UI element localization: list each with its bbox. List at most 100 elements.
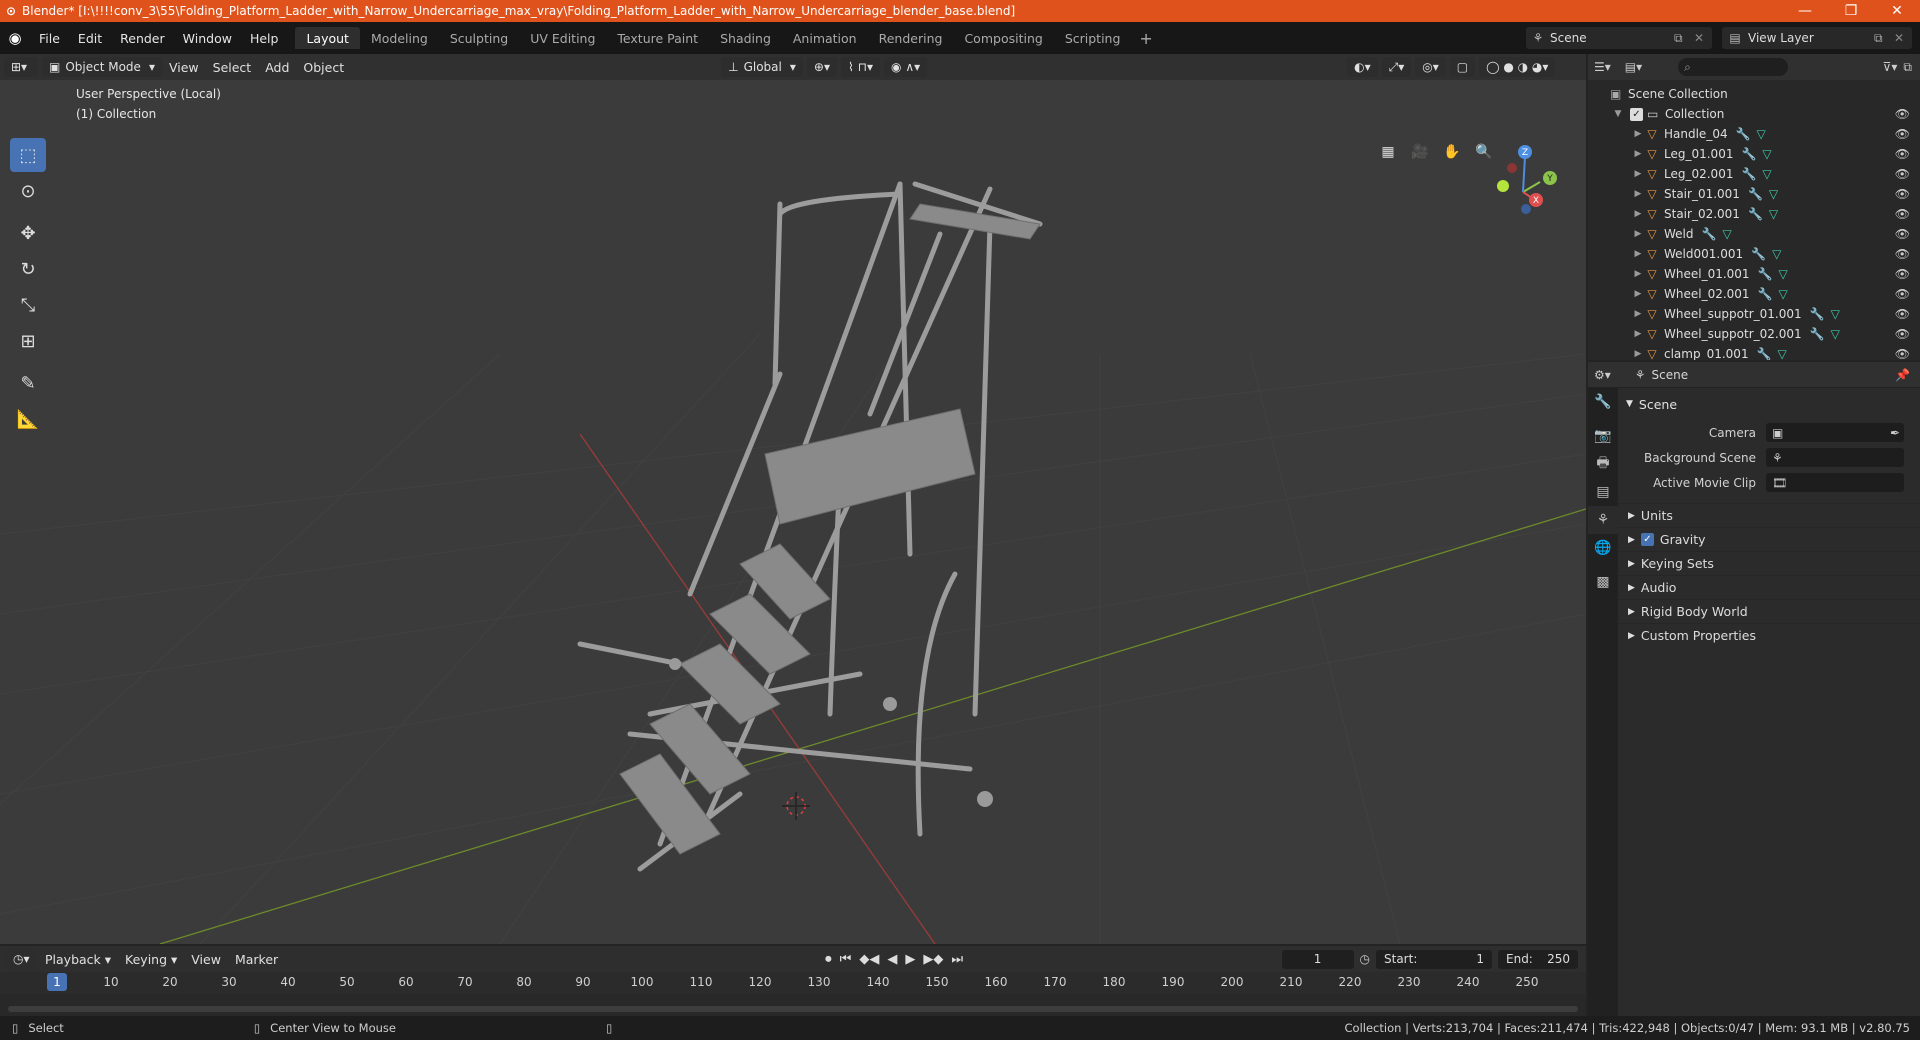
modifier-wrench-icon[interactable]: 🔧 — [1741, 147, 1756, 161]
list-item[interactable]: ▶ ▽ Wheel_01.001 🔧 ▽ 👁 — [1588, 264, 1920, 284]
scene-tab-icon[interactable]: ⚘ — [1588, 506, 1618, 534]
camera-view-icon[interactable]: 🎥 — [1408, 140, 1432, 164]
add-workspace-button[interactable]: + — [1131, 27, 1160, 49]
modifier-wrench-icon[interactable]: 🔧 — [1758, 287, 1773, 301]
properties-editor-type-icon[interactable]: ⚙▾ — [1594, 368, 1611, 382]
new-scene-icon[interactable]: ⧉ — [1674, 31, 1694, 46]
menu-edit[interactable]: Edit — [69, 31, 111, 46]
eye-icon[interactable]: 👁 — [1895, 307, 1910, 321]
end-frame-field[interactable]: End: 250 — [1498, 949, 1578, 969]
eye-icon[interactable]: 👁 — [1895, 287, 1910, 301]
mesh-data-icon[interactable]: ▽ — [1722, 227, 1731, 241]
scale-tool-icon[interactable]: ⤡ — [10, 288, 46, 322]
modifier-wrench-icon[interactable]: 🔧 — [1810, 327, 1825, 341]
prev-keyframe-icon[interactable]: ◆◀ — [859, 952, 879, 967]
display-mode-icon[interactable]: ▤▾ — [1625, 60, 1642, 74]
expand-triangle-icon[interactable]: ▶ — [1632, 229, 1644, 239]
mesh-data-icon[interactable]: ▽ — [1762, 167, 1771, 181]
gravity-checkbox[interactable]: ✓ — [1640, 533, 1654, 546]
eye-icon[interactable]: 👁 — [1895, 147, 1910, 161]
audio-panel[interactable]: ▶ Audio — [1618, 575, 1920, 599]
xray-button[interactable]: ▢ — [1449, 57, 1476, 77]
overlays-button[interactable]: ◎▾ — [1415, 57, 1446, 77]
collection-row[interactable]: ▼ ✓ ▭ Collection 👁 — [1588, 104, 1920, 124]
list-item[interactable]: ▶ ▽ Wheel_02.001 🔧 ▽ 👁 — [1588, 284, 1920, 304]
mesh-data-icon[interactable]: ▽ — [1778, 347, 1787, 360]
active-movie-clip-field[interactable]: 🎞 — [1766, 473, 1904, 492]
menu-file[interactable]: File — [30, 31, 69, 46]
move-tool-icon[interactable]: ✥ — [10, 216, 46, 250]
eye-icon[interactable]: 👁 — [1895, 347, 1910, 360]
stopwatch-icon[interactable]: ◷ — [1360, 952, 1370, 966]
timeline-ruler[interactable]: 1 11020304050607080901001101201301401501… — [0, 972, 1586, 994]
new-collection-icon[interactable]: ⧉ — [1903, 60, 1912, 75]
jump-end-icon[interactable]: ⏭ — [951, 952, 963, 967]
tool-settings-tab-icon[interactable]: 🔧 — [1588, 388, 1618, 416]
rigid-body-world-panel[interactable]: ▶ Rigid Body World — [1618, 599, 1920, 623]
tab-layout[interactable]: Layout — [295, 27, 360, 49]
view-layer-selector[interactable]: ▤ View Layer ⧉ ✕ — [1722, 27, 1912, 49]
eye-icon[interactable]: 👁 — [1895, 167, 1910, 181]
grid-view-icon[interactable]: ▦ — [1376, 140, 1400, 164]
menu-help[interactable]: Help — [241, 31, 288, 46]
modifier-wrench-icon[interactable]: 🔧 — [1751, 247, 1766, 261]
viewport-menu-add[interactable]: Add — [258, 60, 296, 75]
custom-properties-panel[interactable]: ▶ Custom Properties — [1618, 623, 1920, 647]
viewport-menu-object[interactable]: Object — [296, 60, 351, 75]
tab-shading[interactable]: Shading — [709, 27, 782, 49]
new-view-layer-icon[interactable]: ⧉ — [1874, 31, 1894, 46]
collection-checkbox[interactable]: ✓ — [1630, 107, 1643, 121]
modifier-wrench-icon[interactable]: 🔧 — [1702, 227, 1717, 241]
viewport-menu-view[interactable]: View — [162, 60, 206, 75]
expand-triangle-icon[interactable]: ▶ — [1632, 189, 1644, 199]
timeline-menu-playback[interactable]: Playback ▾ — [38, 952, 118, 967]
delete-scene-icon[interactable]: ✕ — [1694, 31, 1712, 45]
select-box-tool-icon[interactable]: ⬚ — [10, 138, 46, 172]
viewport-scene[interactable] — [0, 54, 1586, 944]
list-item[interactable]: ▶ ▽ Leg_02.001 🔧 ▽ 👁 — [1588, 164, 1920, 184]
mesh-data-icon[interactable]: ▽ — [1757, 127, 1766, 141]
delete-view-layer-icon[interactable]: ✕ — [1894, 31, 1912, 45]
list-item[interactable]: ▶ ▽ clamp_01.001 🔧 ▽ 👁 — [1588, 344, 1920, 360]
tab-animation[interactable]: Animation — [782, 27, 868, 49]
tab-uv-editing[interactable]: UV Editing — [519, 27, 606, 49]
modifier-wrench-icon[interactable]: 🔧 — [1748, 187, 1763, 201]
tab-rendering[interactable]: Rendering — [868, 27, 954, 49]
cursor-tool-icon[interactable]: ⊙ — [10, 174, 46, 208]
measure-tool-icon[interactable]: 📐 — [10, 402, 46, 436]
eye-icon[interactable]: 👁 — [1895, 107, 1910, 121]
background-scene-field[interactable]: ⚘ — [1766, 448, 1904, 467]
timeline-menu-keying[interactable]: Keying ▾ — [118, 952, 184, 967]
list-item[interactable]: ▶ ▽ Leg_01.001 🔧 ▽ 👁 — [1588, 144, 1920, 164]
mesh-data-icon[interactable]: ▽ — [1779, 287, 1788, 301]
expand-triangle-icon[interactable]: ▶ — [1632, 269, 1644, 279]
mesh-data-icon[interactable]: ▽ — [1769, 187, 1778, 201]
3d-cursor-icon[interactable] — [782, 792, 810, 820]
eyedropper-icon[interactable]: ✒ — [1890, 426, 1900, 440]
gizmo-toggle-button[interactable]: ⤢▾ — [1381, 57, 1412, 77]
list-item[interactable]: ▶ ▽ Stair_01.001 🔧 ▽ 👁 — [1588, 184, 1920, 204]
units-panel[interactable]: ▶ Units — [1618, 503, 1920, 527]
render-tab-icon[interactable]: 📷 — [1588, 422, 1618, 450]
3d-viewport[interactable]: ⊞▾ ▣ Object Mode ▾ View Select Add Objec… — [0, 54, 1586, 944]
camera-field[interactable]: ▣ ✒ — [1766, 423, 1904, 442]
current-frame-indicator[interactable]: 1 — [47, 973, 67, 991]
world-tab-icon[interactable]: 🌐 — [1588, 534, 1618, 562]
viewport-menu-select[interactable]: Select — [206, 60, 259, 75]
modifier-wrench-icon[interactable]: 🔧 — [1810, 307, 1825, 321]
current-frame-field[interactable]: 1 — [1281, 949, 1354, 969]
collapse-triangle-icon[interactable]: ▼ — [1612, 109, 1624, 119]
eye-icon[interactable]: 👁 — [1895, 247, 1910, 261]
eye-icon[interactable]: 👁 — [1895, 327, 1910, 341]
scene-panel-header[interactable]: ▼ Scene — [1618, 392, 1920, 416]
outliner-search-input[interactable]: ⌕ — [1678, 58, 1789, 76]
blender-logo-icon[interactable]: ◉ — [0, 29, 30, 47]
outliner-editor-type-icon[interactable]: ☰▾ — [1594, 60, 1611, 74]
neg-z-axis-handle[interactable] — [1521, 204, 1531, 214]
timeline-menu-view[interactable]: View — [184, 952, 228, 967]
list-item[interactable]: ▶ ▽ Wheel_suppotr_02.001 🔧 ▽ 👁 — [1588, 324, 1920, 344]
shading-modes[interactable]: ◯ ● ◑ ◕▾ — [1479, 57, 1556, 77]
tab-scripting[interactable]: Scripting — [1054, 27, 1132, 49]
mesh-data-icon[interactable]: ▽ — [1779, 267, 1788, 281]
timeline-editor-type-icon[interactable]: ◷▾ — [6, 949, 38, 969]
